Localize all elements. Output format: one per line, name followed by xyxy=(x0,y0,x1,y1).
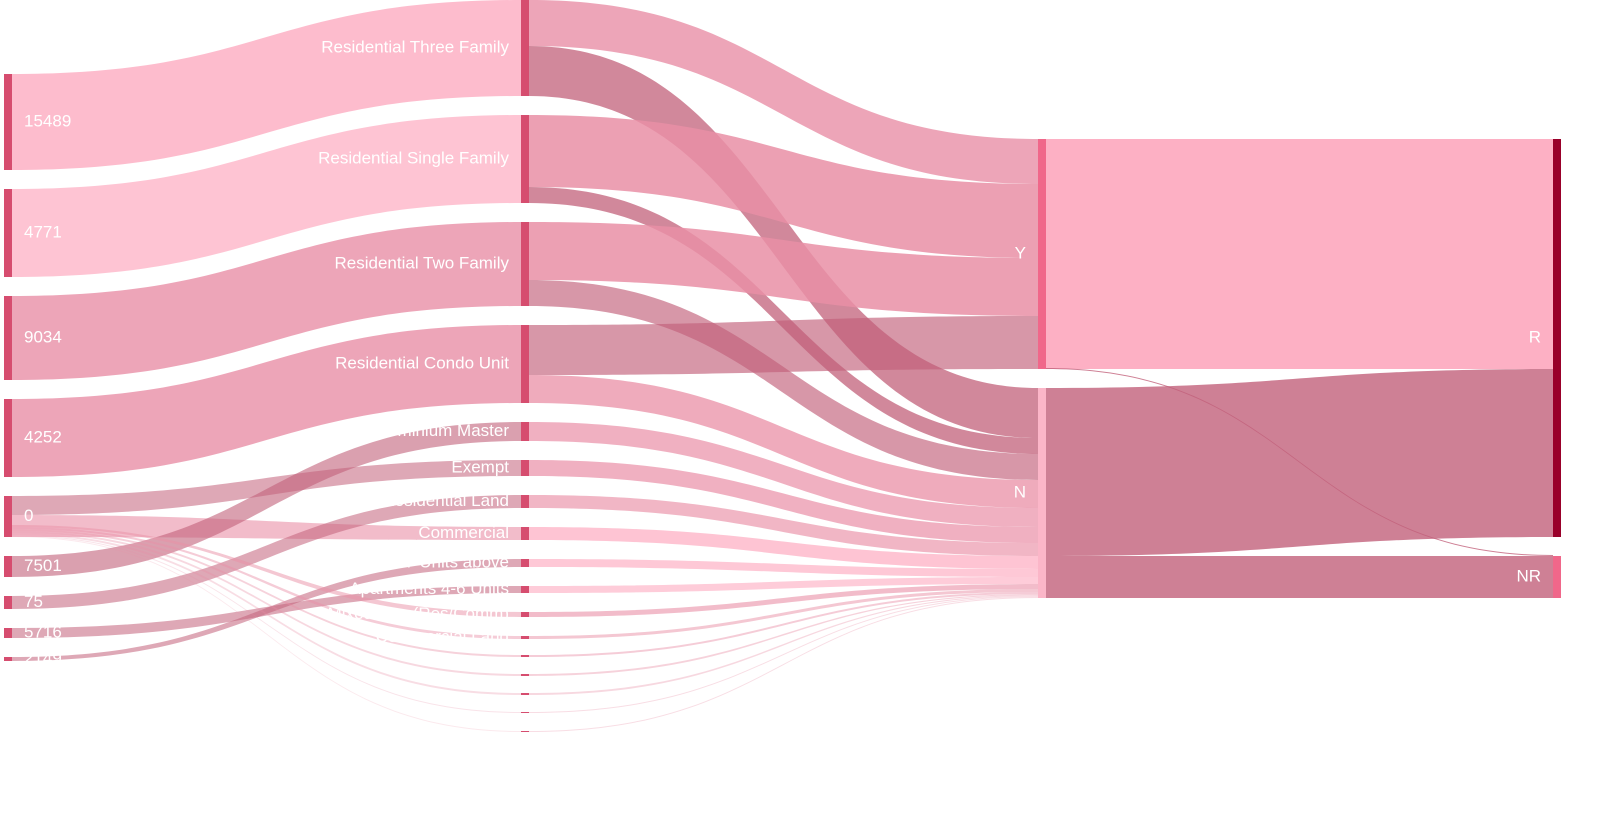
node-label: Apartments 4-6 Units xyxy=(349,579,509,598)
node-r xyxy=(1553,139,1561,537)
node-c1 xyxy=(521,460,529,476)
sankey-links xyxy=(12,0,1553,732)
node-label: Residential Three Family xyxy=(321,37,509,56)
node-c1 xyxy=(521,636,529,639)
node-c1 xyxy=(521,559,529,567)
node-y xyxy=(1038,139,1046,369)
sankey-diagram: 15489 4771 9034 4252 0 7501 75 5716 2149 Resident… xyxy=(4,0,1561,732)
node-c0 xyxy=(4,496,12,537)
node-label: 4771 xyxy=(24,222,62,241)
node-c1 xyxy=(521,527,529,540)
link-y-r xyxy=(1046,139,1553,369)
link-n-nr xyxy=(1046,556,1553,598)
node-c1 xyxy=(521,655,529,657)
node-c0 xyxy=(4,628,12,638)
node-label: N xyxy=(1014,482,1026,501)
node-c0 xyxy=(4,657,12,661)
node-label: Y xyxy=(1015,243,1026,262)
node-label: Apartments 7 Units above xyxy=(313,552,509,571)
node-label: 4252 xyxy=(24,427,62,446)
node-c0 xyxy=(4,189,12,277)
node-label: 0 xyxy=(24,506,33,525)
node-label: Condominium Master xyxy=(347,421,509,440)
node-c1 xyxy=(521,731,529,732)
node-c0 xyxy=(4,296,12,380)
node-label: Commercial Land xyxy=(376,627,509,646)
node-c1 xyxy=(521,612,529,617)
node-c1 xyxy=(521,0,529,96)
node-label: Residential Two Family xyxy=(335,253,510,272)
node-c0 xyxy=(4,399,12,477)
node-n xyxy=(1038,388,1046,598)
node-c1 xyxy=(521,586,529,593)
node-label: 5716 xyxy=(24,622,62,641)
link-c1-c2 xyxy=(529,316,1038,375)
node-label: 75 xyxy=(24,592,43,611)
node-label: 2149 xyxy=(24,648,62,667)
node-c1 xyxy=(521,325,529,403)
node-label: 15489 xyxy=(24,111,71,130)
node-label: NR xyxy=(1516,566,1541,585)
node-label: R xyxy=(1529,327,1541,346)
node-c1 xyxy=(521,674,529,676)
node-c1 xyxy=(521,495,529,508)
node-label: Commercial xyxy=(418,523,509,542)
node-c1 xyxy=(521,693,529,695)
node-nr xyxy=(1553,556,1561,598)
node-c1 xyxy=(521,712,529,713)
link-c1-c2 xyxy=(529,597,1038,732)
node-c1 xyxy=(521,422,529,441)
node-c0 xyxy=(4,74,12,170)
link-n-r xyxy=(1046,369,1553,556)
node-label: Residential Land xyxy=(382,491,509,510)
node-c0 xyxy=(4,596,12,609)
node-label: Mixed Use (Res/Comm) xyxy=(328,604,509,623)
node-label: Exempt xyxy=(451,457,509,476)
node-label: 9034 xyxy=(24,327,62,346)
node-c1 xyxy=(521,115,529,203)
node-c1 xyxy=(521,222,529,306)
node-c0 xyxy=(4,556,12,577)
link-c1-c2 xyxy=(529,595,1038,695)
node-label: Residential Condo Unit xyxy=(335,353,509,372)
node-label: 7501 xyxy=(24,556,62,575)
node-label: Residential Single Family xyxy=(318,148,509,167)
